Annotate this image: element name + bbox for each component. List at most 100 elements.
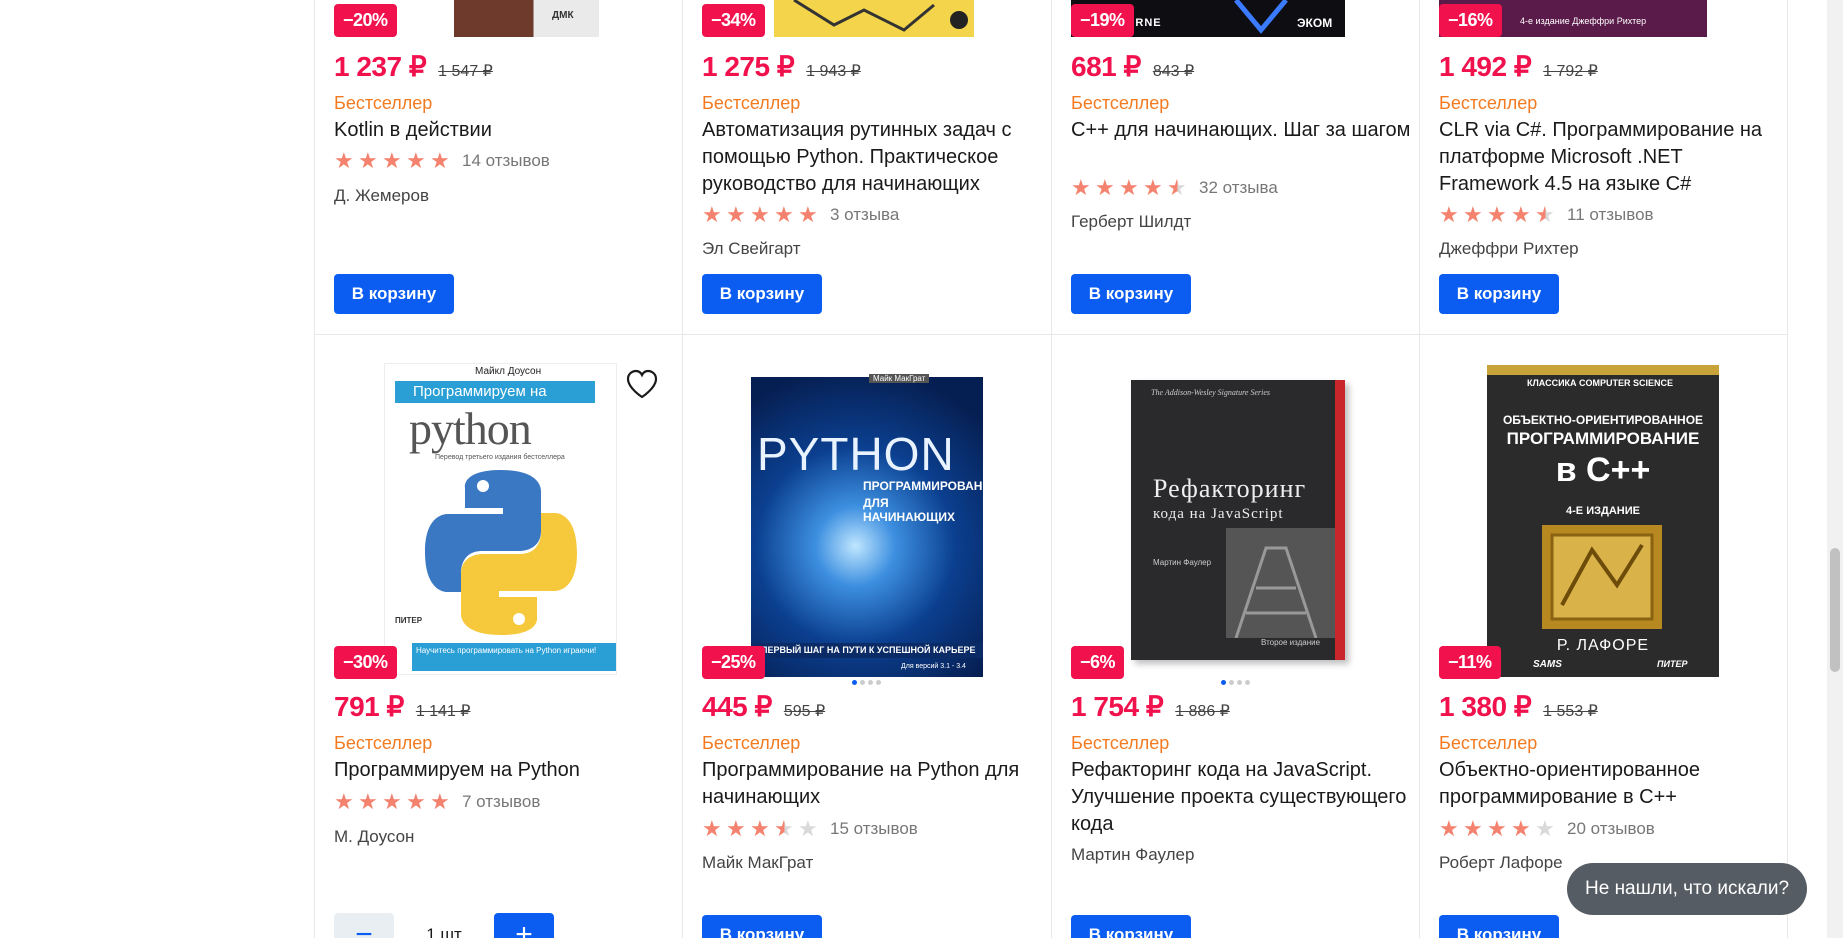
product-title[interactable]: Kotlin в действии (334, 117, 674, 144)
cover-series: The Addison-Wesley Signature Series (1151, 388, 1271, 397)
increase-quantity-button[interactable]: + (494, 913, 554, 938)
price: 1 275 ₽ (702, 51, 795, 82)
carousel-dot[interactable] (876, 680, 881, 685)
book-cover[interactable]: Майк МакГрат PYTHON ПРОГРАММИРОВАНИЕ ДЛЯ… (751, 365, 983, 677)
star-icon: ★ (1071, 175, 1091, 200)
star-icon: ★ (430, 789, 450, 814)
quantity-stepper[interactable]: − 1 шт + (334, 913, 554, 938)
author[interactable]: Роберт Лафоре (1439, 853, 1563, 873)
product-title[interactable]: Рефакторинг кода на JavaScript. Улучшени… (1071, 757, 1411, 838)
product-title[interactable]: Автоматизация рутинных задач с помощью P… (702, 117, 1042, 198)
favorite-heart-icon[interactable] (624, 367, 660, 403)
star-icon: ★ (358, 789, 378, 814)
product-card[interactable]: 4-е издание Джеффри Рихтер −16% 1 492 ₽ … (1419, 0, 1787, 334)
star-icon: ★ (798, 816, 818, 841)
star-icon: ★ (750, 202, 770, 227)
add-to-cart-button[interactable]: В корзину (334, 274, 454, 314)
star-icon: ★ (1439, 816, 1459, 841)
price: 791 ₽ (334, 691, 404, 722)
author[interactable]: Джеффри Рихтер (1439, 239, 1579, 259)
carousel-dot[interactable] (860, 680, 865, 685)
carousel-dot[interactable] (868, 680, 873, 685)
add-to-cart-button[interactable]: В корзину (1071, 274, 1191, 314)
help-chat-button[interactable]: Не нашли, что искали? (1567, 863, 1808, 915)
book-cover[interactable]: Майкл Доусон Программируем на python Пер… (384, 363, 617, 675)
add-to-cart-button[interactable]: В корзину (1439, 274, 1559, 314)
cover-illustration (1542, 525, 1662, 629)
author[interactable]: Герберт Шилдт (1071, 212, 1191, 232)
scrollbar-thumb[interactable] (1830, 548, 1840, 672)
rating: ★ ★ ★ ★ ★ 14 отзывов (334, 150, 550, 172)
add-to-cart-button[interactable]: В корзину (1439, 915, 1559, 938)
product-title[interactable]: Объектно-ориентированное программировани… (1439, 757, 1779, 811)
review-count[interactable]: 3 отзыва (830, 205, 899, 225)
author[interactable]: Эл Свейгарт (702, 239, 801, 259)
image-carousel-dots[interactable] (1221, 680, 1250, 685)
book-cover[interactable]: КЛАССИКА COMPUTER SCIENCE ОБЪЕКТНО-ОРИЕН… (1487, 365, 1719, 677)
cover-title-big: PYTHON (757, 428, 955, 480)
review-count[interactable]: 14 отзывов (462, 151, 550, 171)
carousel-dot[interactable] (1221, 680, 1226, 685)
book-cover[interactable]: ДМК (454, 0, 599, 37)
scrollbar[interactable] (1827, 0, 1843, 938)
star-icon: ★ (702, 202, 722, 227)
book-cover[interactable] (774, 0, 974, 37)
book-cover[interactable]: The Addison-Wesley Signature Series Рефа… (1131, 380, 1345, 660)
product-card[interactable]: The Addison-Wesley Signature Series Рефа… (1051, 335, 1419, 938)
old-price: 1 792 ₽ (1543, 63, 1598, 80)
discount-badge: −25% (702, 646, 765, 679)
star-icon: ★ (1487, 816, 1507, 841)
author[interactable]: М. Доусон (334, 827, 414, 847)
add-to-cart-button[interactable]: В корзину (702, 915, 822, 938)
quantity-value: 1 шт (426, 925, 462, 938)
review-count[interactable]: 11 отзывов (1567, 205, 1654, 225)
carousel-dot[interactable] (1237, 680, 1242, 685)
product-title[interactable]: С++ для начинающих. Шаг за шагом (1071, 117, 1411, 144)
product-title[interactable]: CLR via C#. Программирование на платформ… (1439, 117, 1779, 198)
review-count[interactable]: 32 отзыва (1199, 178, 1278, 198)
star-icon: ★ (774, 202, 794, 227)
product-card[interactable]: КЛАССИКА COMPUTER SCIENCE ОБЪЕКТНО-ОРИЕН… (1419, 335, 1787, 938)
author[interactable]: Д. Жемеров (334, 186, 429, 206)
carousel-dot[interactable] (852, 680, 857, 685)
carousel-dot[interactable] (1229, 680, 1234, 685)
product-card[interactable]: ДМК −20% 1 237 ₽ 1 547 ₽ Бестселлер Kotl… (314, 0, 682, 334)
price-row: 1 380 ₽ 1 553 ₽ (1439, 690, 1598, 723)
product-card[interactable]: OSBORNE ЭКОМ −19% 681 ₽ 843 ₽ Бестселлер… (1051, 0, 1419, 334)
product-grid-page: ДМК −20% 1 237 ₽ 1 547 ₽ Бестселлер Kotl… (0, 0, 1843, 938)
discount-badge: −19% (1071, 4, 1134, 37)
star-icon: ★ (774, 816, 794, 841)
image-carousel-dots[interactable] (852, 680, 881, 685)
price: 1 492 ₽ (1439, 51, 1532, 82)
discount-badge: −11% (1439, 646, 1501, 679)
star-icon: ★ (798, 202, 818, 227)
product-card[interactable]: Майкл Доусон Программируем на python Пер… (314, 335, 682, 938)
cover-version: Для версий 3.1 - 3.4 (901, 663, 966, 670)
rating: ★ ★ ★ ★ ★ 15 отзывов (702, 816, 918, 841)
cover-illustration (1226, 528, 1335, 638)
star-icon: ★ (1535, 202, 1555, 227)
review-count[interactable]: 15 отзывов (830, 819, 918, 839)
product-card[interactable]: −34% 1 275 ₽ 1 943 ₽ Бестселлер Автомати… (682, 0, 1050, 334)
product-title[interactable]: Программируем на Python (334, 757, 674, 784)
carousel-dot[interactable] (1245, 680, 1250, 685)
review-count[interactable]: 20 отзывов (1567, 819, 1655, 839)
cover-title: ПРОГРАММИРОВАНИЕ (863, 479, 983, 493)
review-count[interactable]: 7 отзывов (462, 792, 540, 812)
cover-title: Программируем на (395, 381, 595, 403)
author[interactable]: Мартин Фаулер (1071, 845, 1194, 865)
star-icon: ★ (726, 816, 746, 841)
grid-divider (1787, 0, 1788, 938)
add-to-cart-button[interactable]: В корзину (702, 274, 822, 314)
author[interactable]: Майк МакГрат (702, 853, 813, 873)
cover-author: Майкл Доусон (475, 366, 542, 377)
star-icon: ★ (1487, 202, 1507, 227)
star-icon: ★ (1535, 816, 1555, 841)
cover-title: ОБЪЕКТНО-ОРИЕНТИРОВАННОЕ (1502, 413, 1704, 427)
product-title[interactable]: Программирование на Python для начинающи… (702, 757, 1042, 811)
cover-title: ДЛЯ НАЧИНАЮЩИХ (863, 496, 956, 524)
cover-illustration (793, 0, 968, 32)
add-to-cart-button[interactable]: В корзину (1071, 915, 1191, 938)
product-card[interactable]: Майк МакГрат PYTHON ПРОГРАММИРОВАНИЕ ДЛЯ… (682, 335, 1050, 938)
decrease-quantity-button[interactable]: − (334, 913, 394, 938)
